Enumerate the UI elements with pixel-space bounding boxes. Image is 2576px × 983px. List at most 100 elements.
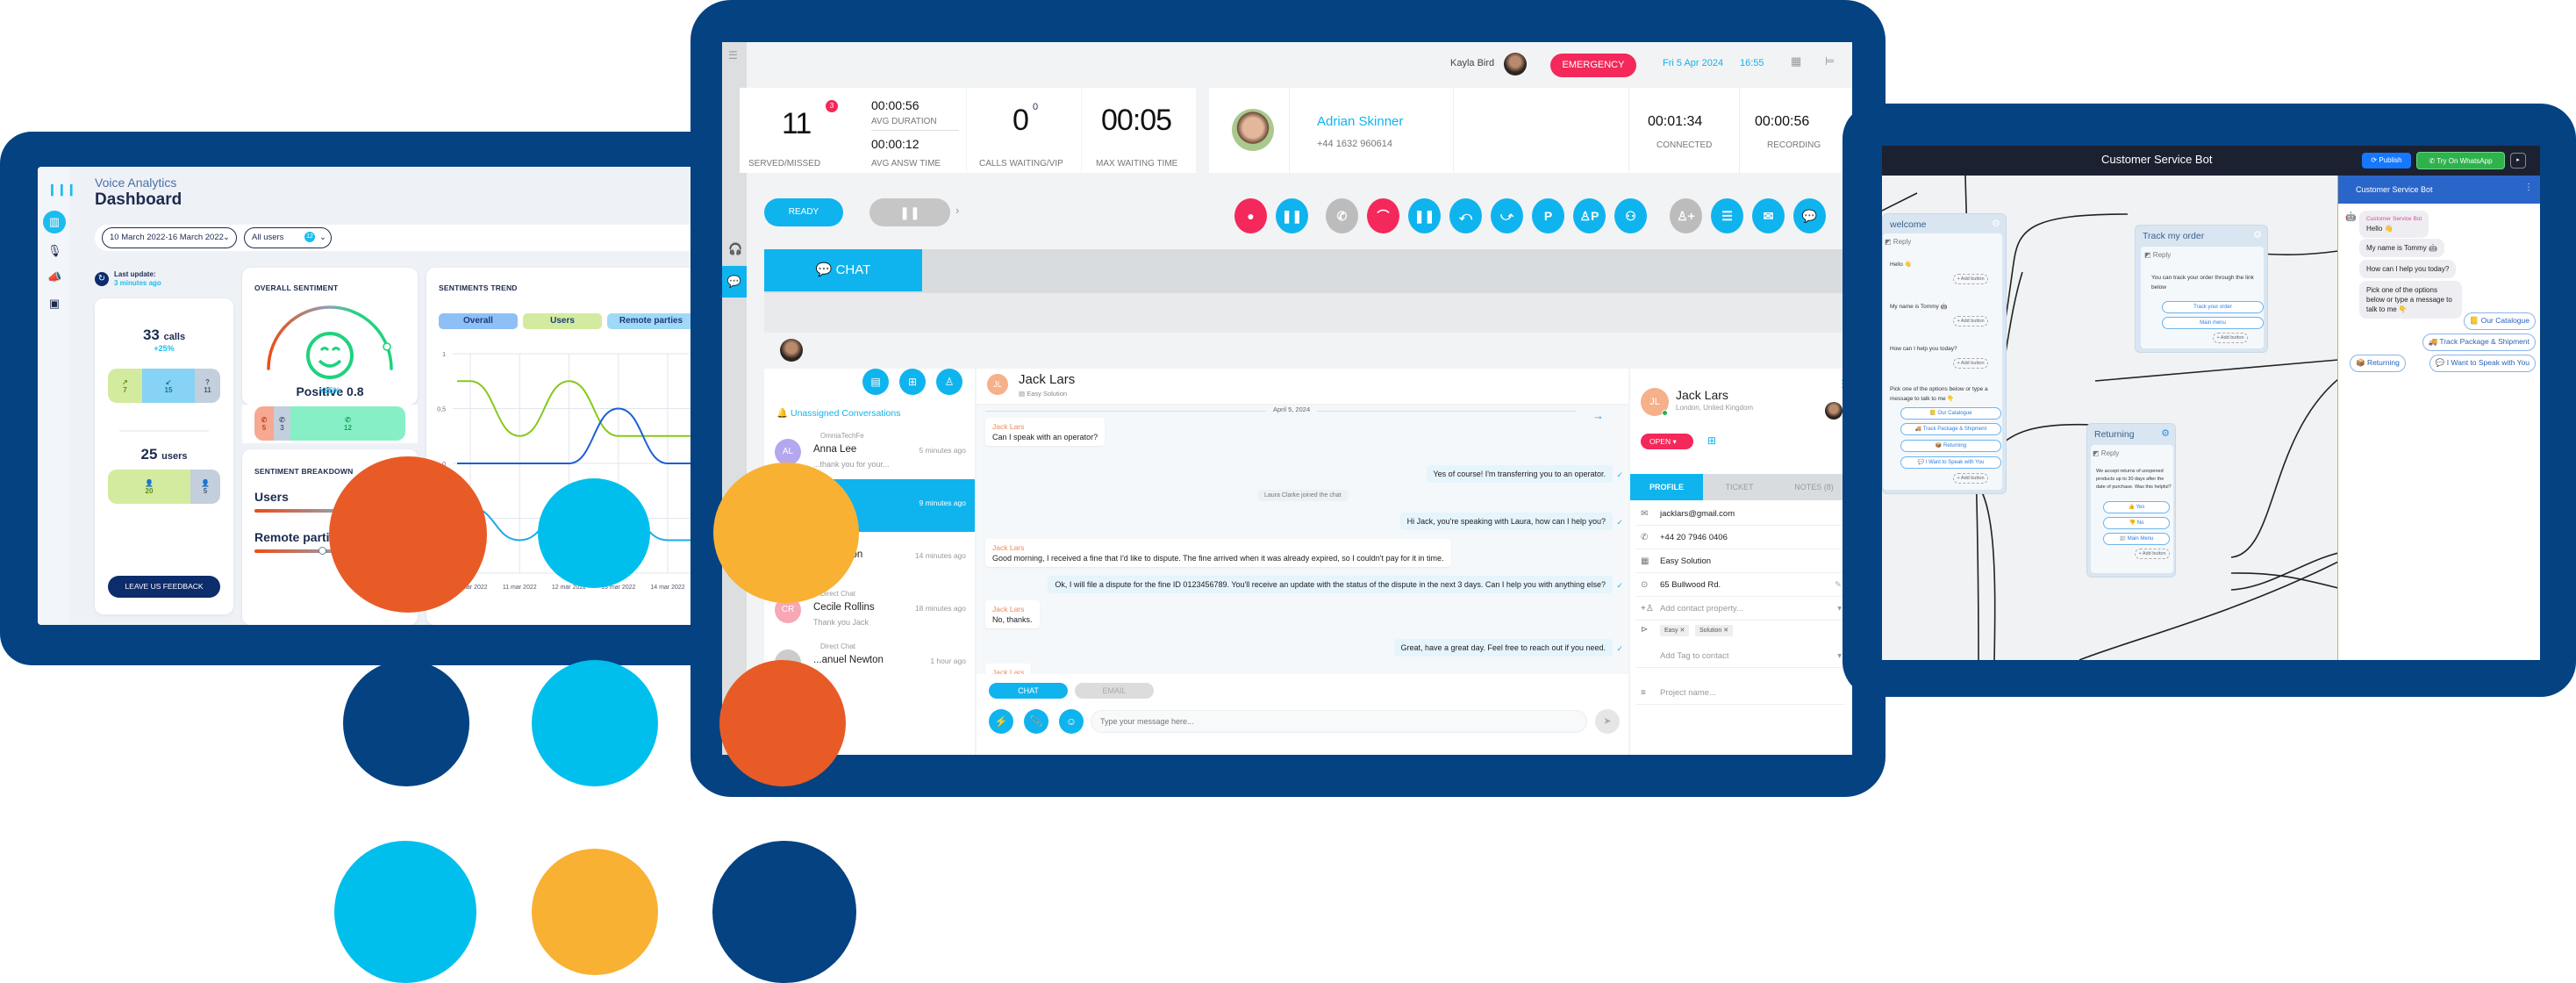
hold-button[interactable]: ❚❚ — [1408, 198, 1441, 233]
add-property-field[interactable]: +♙ Add contact property... ▾ — [1635, 597, 1845, 621]
tab-ticket[interactable]: TICKET — [1703, 474, 1776, 500]
add-button[interactable]: + Add button — [1953, 316, 1988, 326]
caller-name[interactable]: Adrian Skinner — [1317, 114, 1403, 129]
remote-sentiment-knob[interactable] — [318, 547, 326, 555]
pause-recording-button[interactable]: ❚❚ — [1276, 198, 1308, 233]
ready-button[interactable]: READY — [764, 198, 843, 226]
conference-button[interactable]: ⚇ — [1614, 198, 1647, 233]
trend-tab-overall[interactable]: Overall — [439, 313, 518, 329]
agent-avatar[interactable] — [1504, 53, 1527, 75]
tab-notes[interactable]: NOTES (8) — [1776, 474, 1852, 500]
refresh-icon[interactable]: ↻ — [95, 272, 109, 286]
chat-nav-icon[interactable]: 💬 — [722, 266, 747, 298]
users-select[interactable]: All users 12 ⌄ — [244, 227, 332, 248]
address-field[interactable]: ⊙ 65 Bullwood Rd. ✎ — [1635, 573, 1845, 597]
status-dropdown[interactable]: OPEN ▾ — [1641, 434, 1693, 449]
emoji-icon[interactable]: ☺ — [1059, 709, 1084, 734]
expand-button[interactable]: ▸ — [2510, 153, 2526, 169]
forward-arrow-icon[interactable]: → — [1592, 409, 1604, 422]
add-participant-button[interactable]: ♙+ — [1670, 198, 1702, 233]
list-button[interactable]: ☰ — [1711, 198, 1743, 233]
option-button[interactable]: 💬 I Want to Speak with You — [1900, 456, 2001, 469]
record-button[interactable]: ● — [1234, 198, 1267, 233]
add-button[interactable]: + Add button — [2213, 333, 2248, 343]
flow-node-track-order[interactable]: Track my order ⚙ ◩ Reply You can track y… — [2135, 225, 2268, 353]
option-button[interactable]: 👎 No — [2103, 517, 2170, 529]
quick-reply-icon[interactable]: ⚡ — [989, 709, 1013, 734]
company-field[interactable]: ▦ Easy Solution — [1635, 549, 1845, 573]
served-stats-panel: 11 3 SERVED/MISSED 00:00:56 AVG DURATION… — [740, 88, 966, 173]
add-button[interactable]: + Add button — [1953, 358, 1988, 369]
chevron-down-icon: ▾ — [1837, 651, 1842, 661]
tag-chip[interactable]: Solution ✕ — [1695, 625, 1734, 636]
unassigned-conversations[interactable]: 🔔 Unassigned Conversations — [776, 407, 901, 419]
settings-icon[interactable]: ⚙ — [2253, 229, 2262, 240]
consult-transfer-button[interactable]: ⤻ — [1491, 198, 1523, 233]
chevron-right-icon[interactable]: › — [955, 204, 959, 217]
email-field[interactable]: ✉ jacklars@gmail.com — [1635, 502, 1845, 526]
call-button[interactable]: ✆ — [1326, 198, 1358, 233]
quick-reply-button[interactable]: 📒 Our Catalogue — [2463, 312, 2536, 330]
park-button[interactable]: P — [1532, 198, 1564, 233]
add-tag-field[interactable]: Add Tag to contact ▾ — [1635, 644, 1845, 668]
project-field[interactable]: ≡ Project name... — [1635, 681, 1845, 705]
park-user-button[interactable]: ♙P — [1573, 198, 1606, 233]
option-button[interactable]: 📒 Our Catalogue — [1900, 407, 2001, 420]
microphone-icon[interactable]: 🎙 — [47, 244, 62, 258]
add-button[interactable]: + Add button — [1953, 274, 1988, 284]
settings-icon[interactable]: ⚙ — [2161, 427, 2170, 439]
transfer-button[interactable]: ⤺ — [1449, 198, 1482, 233]
tag-chip[interactable]: Easy ✕ — [1660, 625, 1690, 636]
hotkeys-icon[interactable]: ⊨ — [1825, 54, 1835, 68]
option-button[interactable]: 🚚 Track Package & Shipment — [1900, 423, 2001, 435]
keypad-icon[interactable]: ▦ — [1791, 54, 1801, 68]
send-icon[interactable]: ➤ — [1595, 709, 1620, 734]
megaphone-icon[interactable]: 📣 — [47, 270, 61, 284]
headset-icon[interactable]: 🎧 — [728, 242, 742, 256]
leave-feedback-button[interactable]: LEAVE US FEEDBACK — [108, 576, 220, 598]
phone-field[interactable]: ✆ +44 20 7946 0406 — [1635, 526, 1845, 549]
email-button[interactable]: ✉ — [1752, 198, 1785, 233]
option-button[interactable]: 👍 Yes — [2103, 501, 2170, 513]
archive-icon[interactable]: ⊞ — [1707, 434, 1716, 447]
conversation-source: Direct Chat — [820, 642, 856, 650]
notes-icon[interactable]: ▤ — [862, 369, 889, 395]
hangup-button[interactable]: ⌒ — [1367, 198, 1399, 233]
assignee-avatar[interactable] — [1825, 402, 1843, 420]
channel-tab-email[interactable]: EMAIL — [1075, 683, 1154, 699]
option-button[interactable]: Main menu — [2162, 317, 2264, 329]
message-text: Yes of course! I'm transferring you to a… — [1433, 470, 1606, 478]
team-icon[interactable]: ▣ — [47, 297, 61, 311]
option-button[interactable]: Track your order — [2162, 301, 2264, 313]
date-range-select[interactable]: 10 March 2022-16 March 2022 ⌄ — [102, 227, 237, 248]
publish-button[interactable]: ⟳ Publish — [2362, 153, 2411, 169]
try-whatsapp-button[interactable]: ✆ Try On WhatsApp — [2416, 152, 2505, 169]
chat-button[interactable]: 💬 — [1793, 198, 1826, 233]
channel-tab-chat[interactable]: CHAT — [989, 683, 1068, 699]
add-button[interactable]: + Add button — [1953, 473, 1988, 484]
message-input[interactable] — [1091, 710, 1587, 733]
flow-node-returning[interactable]: Returning ⚙ ◩ Reply We accept returns of… — [2086, 423, 2176, 578]
attach-icon[interactable]: 📎 — [1024, 709, 1048, 734]
quick-reply-button[interactable]: 💬 I Want to Speak with You — [2429, 355, 2536, 372]
option-button[interactable]: 📰 Main Menu — [2103, 533, 2170, 545]
sentiment-breakdown-bar: ✆ 5 ✆ 3 ✆ 12 — [254, 406, 405, 441]
menu-icon[interactable]: ☰ — [728, 49, 741, 61]
emergency-button[interactable]: EMERGENCY — [1550, 54, 1636, 77]
quick-reply-button[interactable]: 📦 Returning — [2350, 355, 2406, 372]
settings-icon[interactable]: ⚙ — [1992, 218, 2000, 229]
x-tick-label: 11 mar 2022 — [503, 585, 537, 591]
flow-node-welcome[interactable]: welcome ⚙ ◩ Reply Hello 👋 + Add button M… — [1882, 213, 2007, 494]
tab-chat[interactable]: 💬 CHAT — [764, 249, 922, 291]
pause-status-button[interactable]: ❚❚ — [869, 198, 950, 226]
quick-reply-button[interactable]: 🚚 Track Package & Shipment — [2422, 334, 2536, 351]
archive-icon[interactable]: ⊞ — [899, 369, 926, 395]
option-button[interactable]: 📦 Returning — [1900, 440, 2001, 452]
more-options-icon[interactable]: ⋮ — [2524, 183, 2533, 192]
dashboard-icon[interactable]: ▥ — [43, 211, 66, 233]
trend-tab-remote-parties[interactable]: Remote parties — [607, 313, 695, 329]
tab-profile[interactable]: PROFILE — [1630, 474, 1703, 500]
search-user-icon[interactable]: ♙ — [936, 369, 962, 395]
add-button[interactable]: + Add button — [2135, 549, 2170, 559]
trend-tab-users[interactable]: Users — [523, 313, 602, 329]
